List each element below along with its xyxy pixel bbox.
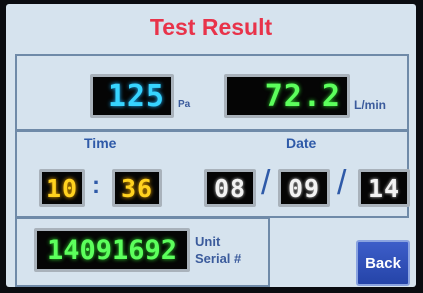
day-display: 08 <box>204 169 256 207</box>
date-separator-2: / <box>337 164 347 202</box>
back-button[interactable]: Back <box>356 240 410 286</box>
flow-unit: L/min <box>354 98 386 112</box>
page-title: Test Result <box>149 14 273 40</box>
test-result-screen: Test Result 125 Pa 72.2 L/min Time Date … <box>6 4 416 287</box>
minute-display: 36 <box>112 169 162 207</box>
date-separator-1: / <box>261 164 271 202</box>
hour-display: 10 <box>39 169 85 207</box>
flow-display: 72.2 <box>224 74 350 118</box>
pressure-display: 125 <box>90 74 174 118</box>
year-display: 14 <box>358 169 410 207</box>
date-label: Date <box>286 135 317 151</box>
serial-label: Unit Serial # <box>195 233 241 267</box>
pressure-unit: Pa <box>178 99 191 110</box>
serial-label-line1: Unit <box>195 234 221 249</box>
time-label: Time <box>84 135 117 151</box>
serial-display: 14091692 <box>34 228 190 272</box>
month-display: 09 <box>278 169 330 207</box>
time-separator: : <box>92 172 100 199</box>
serial-label-line2: Serial # <box>195 251 242 266</box>
